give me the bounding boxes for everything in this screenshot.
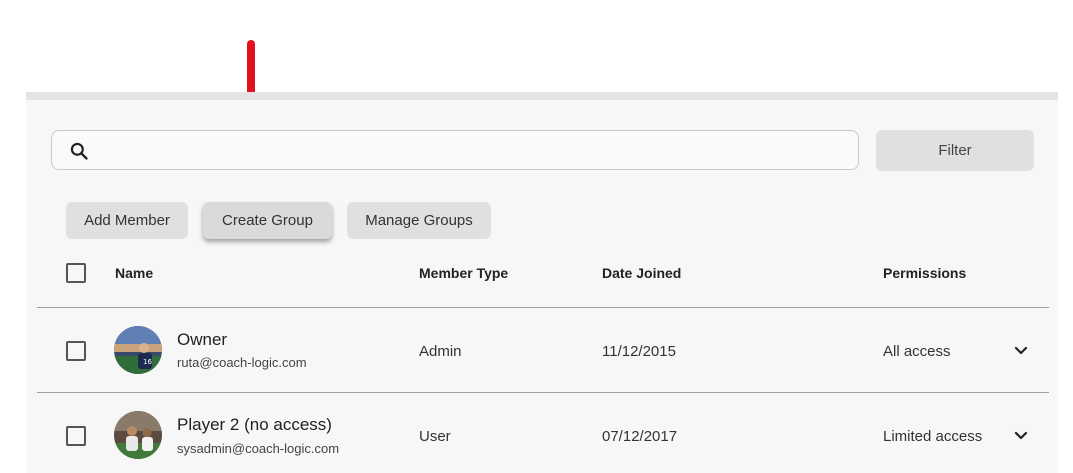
create-group-button[interactable]: Create Group xyxy=(203,202,332,239)
member-name: Player 2 (no access) xyxy=(177,415,332,434)
avatar: 16 xyxy=(114,326,162,374)
search-icon xyxy=(70,142,88,160)
add-member-button[interactable]: Add Member xyxy=(66,202,188,239)
row-checkbox[interactable] xyxy=(66,426,86,446)
row-checkbox[interactable] xyxy=(66,341,86,361)
table-divider xyxy=(37,392,1049,393)
chevron-down-icon[interactable] xyxy=(1013,343,1029,359)
filter-button[interactable]: Filter xyxy=(876,130,1034,171)
column-header-member-type[interactable]: Member Type xyxy=(419,265,508,281)
column-header-permissions[interactable]: Permissions xyxy=(883,265,966,281)
member-email: ruta@coach-logic.com xyxy=(177,355,307,370)
member-name: Owner xyxy=(177,330,228,349)
date-joined: 07/12/2017 xyxy=(602,428,678,445)
permissions: All access xyxy=(883,343,951,360)
search-input[interactable] xyxy=(102,137,846,165)
member-type: Admin xyxy=(419,343,462,360)
chevron-down-icon[interactable] xyxy=(1013,428,1029,444)
select-all-checkbox[interactable] xyxy=(66,263,86,283)
table-divider xyxy=(37,307,1049,308)
member-type: User xyxy=(419,428,451,445)
top-divider-bar xyxy=(26,92,1058,100)
member-email: sysadmin@coach-logic.com xyxy=(177,441,340,456)
date-joined: 11/12/2015 xyxy=(602,343,676,360)
manage-groups-button[interactable]: Manage Groups xyxy=(347,202,491,239)
column-header-name[interactable]: Name xyxy=(115,265,153,281)
permissions: Limited access xyxy=(883,428,983,445)
search-box[interactable] xyxy=(51,130,859,170)
avatar xyxy=(114,411,162,459)
svg-text:16: 16 xyxy=(143,358,152,366)
column-header-date-joined[interactable]: Date Joined xyxy=(602,265,681,281)
